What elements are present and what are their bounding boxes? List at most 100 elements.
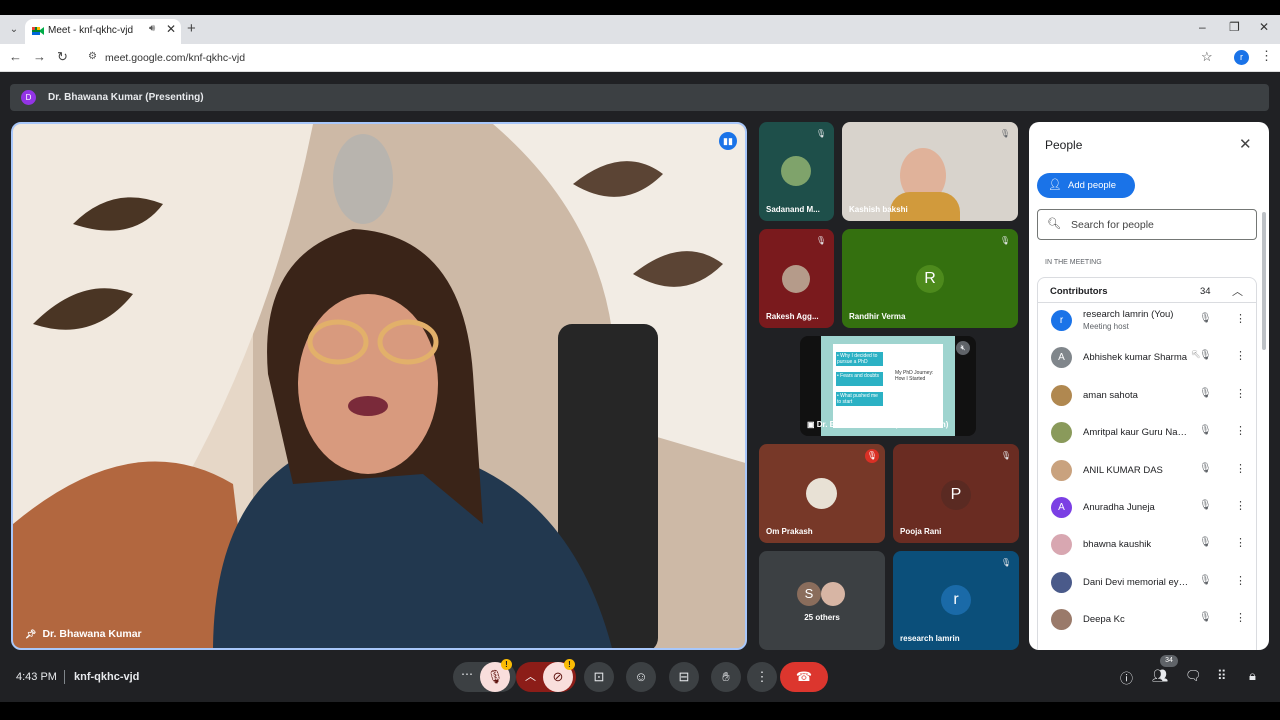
camera-off-icon: ⊘: [552, 669, 564, 684]
mic-off-icon: 🎙︎: [1199, 313, 1212, 324]
presenter-avatar: D: [21, 90, 36, 105]
captions-icon: ⊟: [678, 669, 690, 684]
warning-icon: !: [501, 659, 512, 670]
close-icon[interactable]: ✕: [1239, 135, 1252, 153]
mouse-cursor-icon: ↖: [1191, 347, 1202, 361]
more-options-icon[interactable]: ⋮: [1235, 499, 1246, 512]
activities-icon[interactable]: ⠿: [1217, 668, 1227, 684]
address-bar[interactable]: ⚙ meet.google.com/knf-qkhc-vjd: [80, 47, 1226, 69]
participant-name: Anuradha Juneja: [1083, 502, 1155, 513]
restore-icon[interactable]: ❐: [1229, 20, 1240, 34]
participant-row[interactable]: Deepa Kc 🎙︎ ⋮: [1038, 602, 1258, 639]
main-speaker-video[interactable]: ▮▮ 📌︎ Dr. Bhawana Kumar: [11, 122, 747, 650]
participant-tile[interactable]: 🎙︎ Sadanand M...: [759, 122, 834, 221]
chevron-up-icon[interactable]: ︿: [1232, 283, 1243, 299]
participant-name: Om Prakash: [766, 527, 813, 536]
reactions-button[interactable]: ☺: [626, 662, 656, 692]
tab-title: Meet - knf-qkhc-vjd: [48, 25, 134, 36]
people-panel: People ✕ 👤︎ Add people 🔍︎ Search for peo…: [1029, 122, 1269, 650]
mic-off-icon: 🎙︎: [1199, 537, 1212, 549]
participant-row[interactable]: bhawna kaushik 🎙︎ ⋮: [1038, 527, 1258, 564]
presentation-name: ▣ Dr. Bhawana Kumar (Presentation): [807, 420, 949, 429]
more-vert-icon: ⋮: [755, 669, 769, 684]
pin-icon[interactable]: 📌︎: [25, 629, 36, 639]
participant-avatar: [1051, 384, 1072, 406]
meet-favicon-icon: [32, 27, 44, 35]
mic-off-icon: 🔇︎: [956, 341, 970, 355]
browser-menu-icon[interactable]: ⋮: [1260, 48, 1273, 64]
more-options-icon[interactable]: ⋮: [1235, 312, 1246, 325]
url-text[interactable]: meet.google.com/knf-qkhc-vjd: [105, 52, 245, 64]
contributors-group-header[interactable]: Contributors 34 ︿: [1037, 277, 1257, 303]
host-controls-icon[interactable]: 🔒︎: [1249, 668, 1256, 684]
participant-avatar: r: [1051, 310, 1072, 331]
participant-row[interactable]: A Anuradha Juneja 🎙︎ ⋮: [1038, 490, 1258, 527]
slide-bullet: • What pushed me to start: [836, 392, 883, 406]
self-tile[interactable]: r 🎙︎ research lamrin: [893, 551, 1019, 650]
divider: [64, 670, 65, 684]
others-avatar-photo: [821, 582, 845, 606]
participant-tile[interactable]: 🎙︎ Om Prakash: [759, 444, 885, 543]
raise-hand-button[interactable]: ✋︎: [711, 662, 741, 692]
presentation-tile[interactable]: • Why I decided to pursue a PhD • Fears …: [800, 336, 976, 436]
bookmark-star-icon[interactable]: ☆: [1201, 49, 1213, 65]
more-options-icon[interactable]: ⋮: [1235, 424, 1246, 437]
participant-row[interactable]: Dani Devi memorial eye hospital 🎙︎ ⋮: [1038, 565, 1258, 602]
others-tile[interactable]: S 25 others: [759, 551, 885, 650]
more-options-icon[interactable]: ⋯: [461, 667, 473, 681]
participant-name: Deepa Kc: [1083, 614, 1125, 626]
participant-avatar: [1051, 534, 1072, 556]
back-arrow-icon[interactable]: ←: [9, 49, 22, 64]
more-options-icon[interactable]: ⋮: [1235, 574, 1246, 587]
profile-avatar[interactable]: r: [1234, 50, 1249, 65]
participant-avatar: [781, 156, 811, 186]
reload-icon[interactable]: ↻: [57, 49, 68, 65]
more-options-icon[interactable]: ⋮: [1235, 536, 1246, 549]
participant-tile[interactable]: 🎙︎ Kashish bakshi: [842, 122, 1018, 221]
chat-icon[interactable]: 🗨︎: [1185, 668, 1202, 684]
more-options-icon[interactable]: ⋮: [1235, 462, 1246, 475]
chevron-up-icon[interactable]: ︿: [525, 668, 536, 684]
leave-call-button[interactable]: ☎︎: [780, 662, 828, 692]
close-window-icon[interactable]: ✕: [1259, 20, 1269, 34]
participant-avatar: [1051, 459, 1072, 481]
more-options-icon[interactable]: ⋮: [1235, 611, 1246, 624]
close-tab-icon[interactable]: ✕: [166, 22, 176, 36]
participant-avatar: R: [916, 265, 944, 293]
minimize-icon[interactable]: –: [1199, 20, 1206, 34]
participant-tile[interactable]: P 🎙︎ Pooja Rani: [893, 444, 1019, 543]
search-input[interactable]: 🔍︎ Search for people: [1037, 209, 1257, 240]
meeting-details-icon[interactable]: ⓘ: [1120, 668, 1133, 687]
bottom-letterbox: [0, 702, 1280, 720]
search-placeholder: Search for people: [1071, 219, 1154, 231]
more-options-icon[interactable]: ⋮: [1235, 349, 1246, 362]
speaker-icon[interactable]: 🔊︎: [149, 23, 155, 34]
meeting-code: knf-qkhc-vjd: [74, 671, 140, 683]
more-options-icon[interactable]: ⋮: [1235, 387, 1246, 400]
participant-avatar: [806, 478, 837, 509]
participant-name: Dani Devi memorial eye hospital: [1083, 576, 1191, 588]
tab-search-icon[interactable]: ⌄: [4, 20, 24, 40]
forward-arrow-icon[interactable]: →: [33, 49, 46, 64]
people-icon[interactable]: 👥︎: [1152, 668, 1169, 684]
mic-off-icon: 🎙︎: [1199, 612, 1212, 624]
participant-tile[interactable]: 🎙︎ Rakesh Agg...: [759, 229, 834, 328]
present-screen-button[interactable]: ⊡: [584, 662, 614, 692]
captions-button[interactable]: ⊟: [669, 662, 699, 692]
site-settings-icon[interactable]: ⚙: [88, 51, 97, 62]
mic-off-icon: 🎙︎: [1199, 425, 1212, 437]
top-letterbox: [0, 0, 1280, 15]
participant-tile[interactable]: R 🎙︎ Randhir Verma: [842, 229, 1018, 328]
participant-name: Abhishek kumar Sharma: [1083, 352, 1188, 364]
participant-row[interactable]: ANIL KUMAR DAS 🎙︎ ⋮: [1038, 453, 1258, 490]
panel-scrollbar[interactable]: [1262, 212, 1266, 350]
add-people-button[interactable]: 👤︎ Add people: [1037, 173, 1135, 198]
more-options-button[interactable]: ⋮: [747, 662, 777, 692]
participant-row[interactable]: r research lamrin (You) Meeting host 🎙︎ ⋮: [1038, 303, 1258, 340]
participant-row[interactable]: aman sahota 🎙︎ ⋮: [1038, 378, 1258, 415]
new-tab-icon[interactable]: +: [187, 20, 196, 37]
browser-tab[interactable]: Meet - knf-qkhc-vjd 🔊︎ ✕: [25, 19, 181, 44]
participant-row[interactable]: Amritpal kaur Guru Nanak 🎙︎ ⋮: [1038, 415, 1258, 452]
participant-name: research lamrin: [900, 634, 960, 643]
participant-row[interactable]: A Abhishek kumar Sharma 🎙︎ ⋮: [1038, 340, 1258, 377]
